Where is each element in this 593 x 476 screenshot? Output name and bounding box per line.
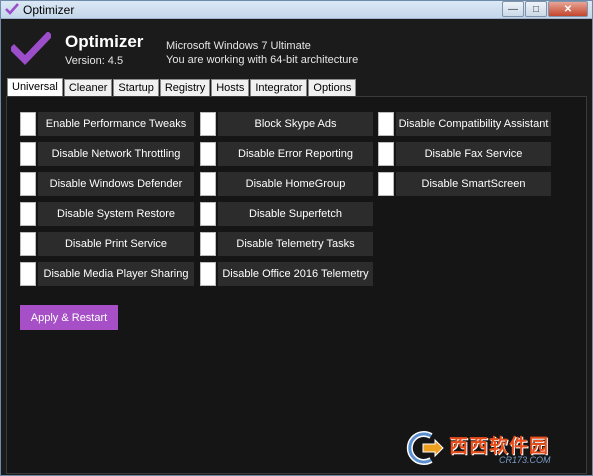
option-block-skype-ads[interactable]: Block Skype Ads [200, 112, 373, 136]
toggle-checkbox[interactable] [20, 142, 36, 166]
option-disable-smartscreen[interactable]: Disable SmartScreen [378, 172, 551, 196]
minimize-button[interactable]: — [502, 1, 524, 17]
option-disable-office-2016-telemetry[interactable]: Disable Office 2016 Telemetry [200, 262, 373, 286]
option-label: Disable Fax Service [396, 142, 551, 166]
option-label: Disable Media Player Sharing [38, 262, 194, 286]
close-button[interactable]: ✕ [548, 1, 588, 17]
toggle-checkbox[interactable] [200, 112, 216, 136]
option-label: Disable HomeGroup [218, 172, 373, 196]
option-disable-windows-defender[interactable]: Disable Windows Defender [20, 172, 194, 196]
toggle-checkbox[interactable] [20, 112, 36, 136]
option-disable-superfetch[interactable]: Disable Superfetch [200, 202, 373, 226]
tab-cleaner[interactable]: Cleaner [63, 79, 113, 96]
toggle-checkbox[interactable] [200, 262, 216, 286]
toggle-checkbox[interactable] [378, 142, 394, 166]
maximize-button[interactable]: □ [525, 1, 547, 17]
app-window: Optimizer — □ ✕ Optimizer Version: 4.5 M… [0, 0, 593, 476]
tab-integrator[interactable]: Integrator [250, 79, 308, 96]
tab-hosts[interactable]: Hosts [211, 79, 250, 96]
option-disable-fax-service[interactable]: Disable Fax Service [378, 142, 551, 166]
toggle-checkbox[interactable] [200, 172, 216, 196]
watermark-sub: CR173.COM [499, 455, 551, 465]
os-info: Microsoft Windows 7 Ultimate [166, 40, 311, 52]
option-label: Disable System Restore [38, 202, 194, 226]
option-label: Enable Performance Tweaks [38, 112, 194, 136]
toggle-checkbox[interactable] [20, 172, 36, 196]
option-label: Disable Office 2016 Telemetry [218, 262, 373, 286]
option-disable-network-throttling[interactable]: Disable Network Throttling [20, 142, 194, 166]
toggle-checkbox[interactable] [200, 142, 216, 166]
option-label: Disable Windows Defender [38, 172, 194, 196]
option-label: Disable Network Throttling [38, 142, 194, 166]
option-disable-print-service[interactable]: Disable Print Service [20, 232, 194, 256]
toggle-checkbox[interactable] [378, 112, 394, 136]
option-disable-system-restore[interactable]: Disable System Restore [20, 202, 194, 226]
option-label: Disable SmartScreen [396, 172, 551, 196]
window-title: Optimizer [23, 3, 75, 17]
option-enable-performance-tweaks[interactable]: Enable Performance Tweaks [20, 112, 194, 136]
option-label: Disable Compatibility Assistant [396, 112, 551, 136]
app-version: Version: 4.5 [65, 55, 124, 67]
toggle-checkbox[interactable] [200, 232, 216, 256]
window-controls: — □ ✕ [501, 1, 588, 17]
option-label: Disable Superfetch [218, 202, 373, 226]
toggle-checkbox[interactable] [200, 202, 216, 226]
tab-options[interactable]: Options [308, 79, 357, 96]
watermark-main: 西西软件园 [449, 436, 550, 457]
toggle-checkbox[interactable] [20, 232, 36, 256]
app-header: Optimizer Version: 4.5 Microsoft Windows… [1, 20, 592, 76]
checkmark-icon [5, 3, 19, 15]
tab-universal[interactable]: Universal [7, 78, 63, 97]
option-label: Disable Print Service [38, 232, 194, 256]
watermark-text: 西西软件园 CR173.COM [449, 431, 551, 465]
option-disable-media-player-sharing[interactable]: Disable Media Player Sharing [20, 262, 194, 286]
option-disable-homegroup[interactable]: Disable HomeGroup [200, 172, 373, 196]
option-label: Disable Telemetry Tasks [218, 232, 373, 256]
arch-info: You are working with 64-bit architecture [166, 54, 359, 66]
checkmark-icon [11, 32, 51, 66]
tab-startup[interactable]: Startup [113, 79, 159, 96]
apply-restart-button[interactable]: Apply & Restart [20, 305, 118, 330]
title-bar[interactable]: Optimizer — □ ✕ [1, 1, 592, 19]
toggle-checkbox[interactable] [378, 172, 394, 196]
tab-registry[interactable]: Registry [159, 79, 211, 96]
site-watermark: 西西软件园 CR173.COM [401, 429, 576, 467]
tab-bar: Universal Cleaner Startup Registry Hosts… [7, 78, 357, 97]
watermark-logo-icon [406, 431, 444, 465]
toggle-checkbox[interactable] [20, 202, 36, 226]
toggle-checkbox[interactable] [20, 262, 36, 286]
option-disable-telemetry-tasks[interactable]: Disable Telemetry Tasks [200, 232, 373, 256]
app-name: Optimizer [65, 32, 144, 51]
option-label: Disable Error Reporting [218, 142, 373, 166]
option-disable-compatibility-assistant[interactable]: Disable Compatibility Assistant [378, 112, 551, 136]
option-disable-error-reporting[interactable]: Disable Error Reporting [200, 142, 373, 166]
option-label: Block Skype Ads [218, 112, 373, 136]
